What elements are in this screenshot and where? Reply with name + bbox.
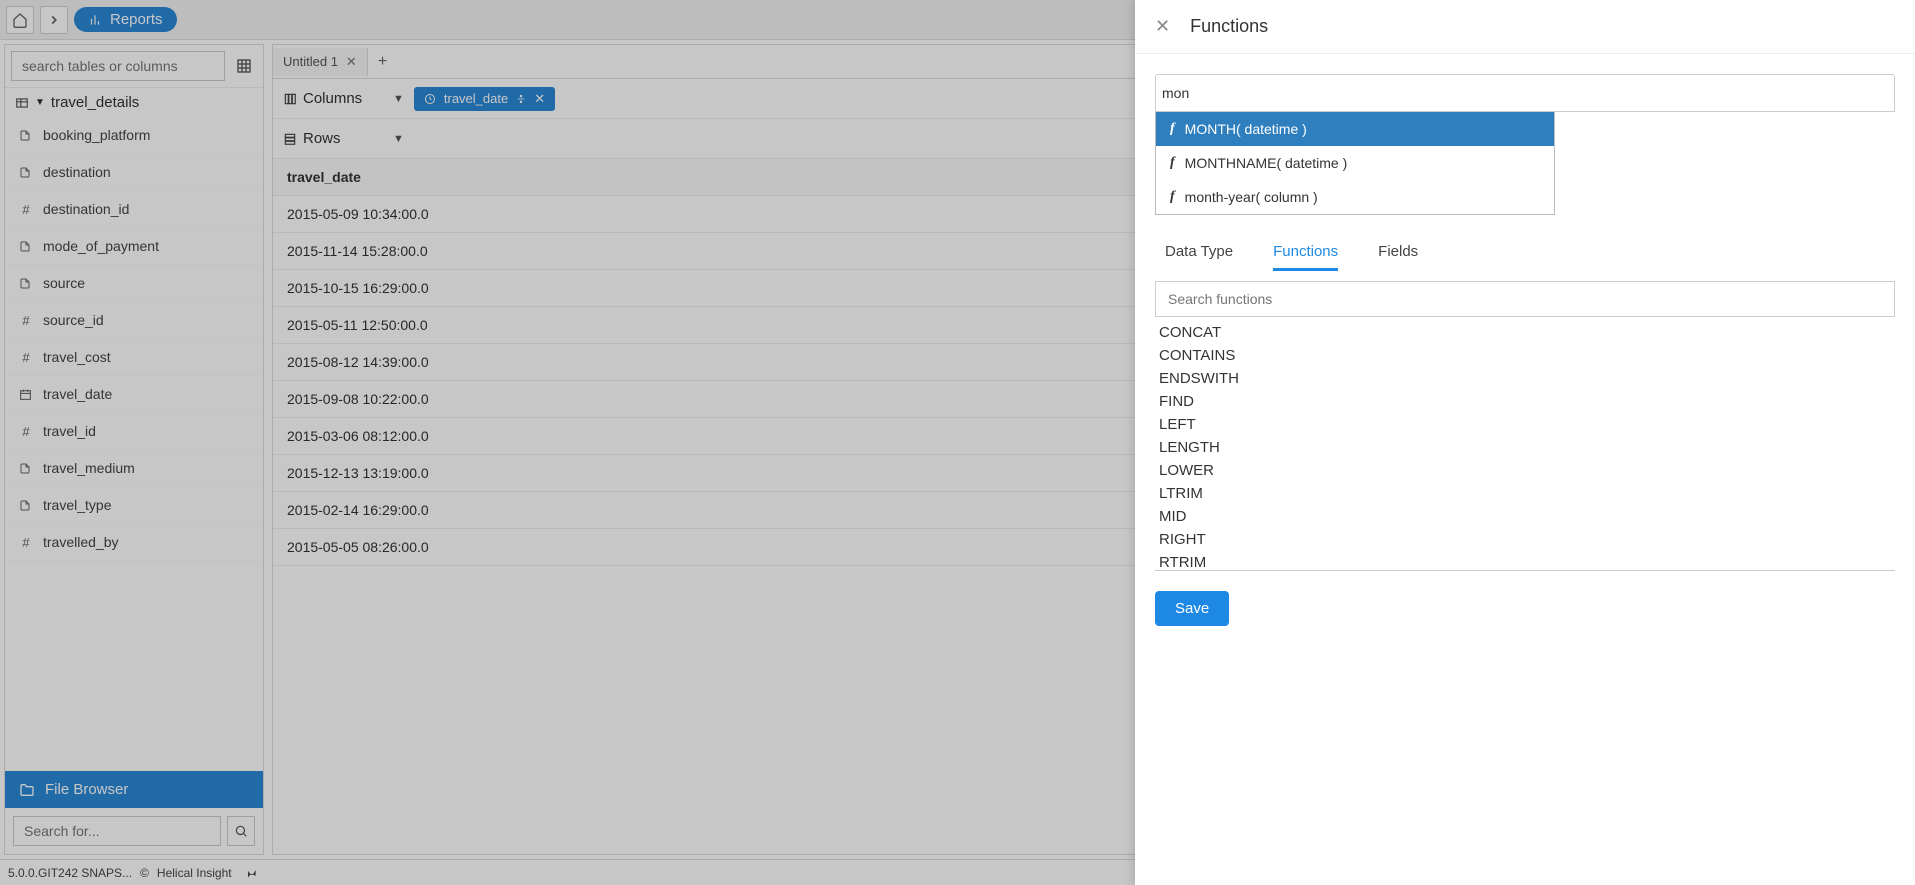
suggestion-item[interactable]: f MONTHNAME( datetime ) <box>1156 146 1554 180</box>
suggestion-label: month-year( column ) <box>1185 189 1318 205</box>
function-item[interactable]: LENGTH <box>1155 436 1895 459</box>
suggestion-label: MONTH( datetime ) <box>1185 121 1307 137</box>
function-item[interactable]: LOWER <box>1155 459 1895 482</box>
drawer-close-button[interactable]: ✕ <box>1155 16 1170 37</box>
drawer-tabs: Data Type Functions Fields <box>1155 235 1895 271</box>
function-item[interactable]: CONCAT <box>1155 321 1895 344</box>
save-button[interactable]: Save <box>1155 591 1229 626</box>
function-glyph-icon: f <box>1170 155 1175 171</box>
function-list: CONCATCONTAINSENDSWITHFINDLEFTLENGTHLOWE… <box>1155 321 1895 571</box>
function-item[interactable]: MID <box>1155 505 1895 528</box>
suggestion-label: MONTHNAME( datetime ) <box>1185 155 1348 171</box>
drawer-title: Functions <box>1190 16 1268 37</box>
function-search-input[interactable] <box>1155 281 1895 317</box>
function-item[interactable]: LTRIM <box>1155 482 1895 505</box>
function-item[interactable]: RTRIM <box>1155 551 1895 571</box>
function-item[interactable]: LEFT <box>1155 413 1895 436</box>
tab-functions[interactable]: Functions <box>1273 235 1338 271</box>
suggestion-item[interactable]: f month-year( column ) <box>1156 180 1554 214</box>
function-item[interactable]: FIND <box>1155 390 1895 413</box>
function-glyph-icon: f <box>1170 121 1175 137</box>
function-item[interactable]: RIGHT <box>1155 528 1895 551</box>
suggestion-list: f MONTH( datetime ) f MONTHNAME( datetime )… <box>1155 112 1555 215</box>
suggestion-item[interactable]: f MONTH( datetime ) <box>1156 112 1554 146</box>
functions-drawer: ✕ Functions f MONTH( datetime ) f MONTHNAME… <box>1135 0 1915 885</box>
tab-data-type[interactable]: Data Type <box>1165 235 1233 271</box>
formula-input[interactable] <box>1155 74 1895 112</box>
function-item[interactable]: CONTAINS <box>1155 344 1895 367</box>
tab-fields[interactable]: Fields <box>1378 235 1418 271</box>
function-glyph-icon: f <box>1170 189 1175 205</box>
function-item[interactable]: ENDSWITH <box>1155 367 1895 390</box>
